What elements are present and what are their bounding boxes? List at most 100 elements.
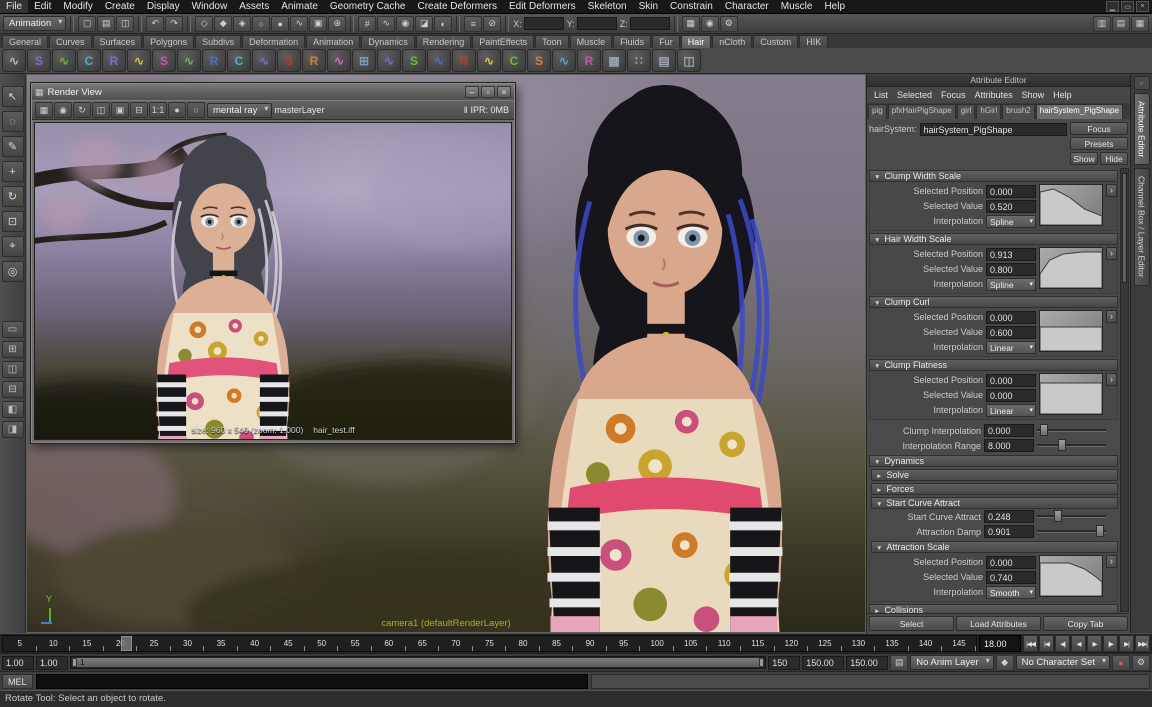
select-handles-icon[interactable]: ○ <box>252 16 270 32</box>
node-tab[interactable]: brush2 <box>1002 104 1034 119</box>
selected-position-field[interactable]: 0.000 <box>986 185 1036 198</box>
frame-tick[interactable]: 145 <box>942 636 976 651</box>
shelf-item[interactable]: ∿ <box>427 49 451 72</box>
scale-tool[interactable]: ⊡ <box>2 211 24 232</box>
coordinate-input[interactable] <box>524 17 564 30</box>
step-forward-frame-button[interactable]: |▶ <box>1103 635 1118 652</box>
frame-tick[interactable]: 95 <box>607 636 641 651</box>
snap-to-grid-icon[interactable]: # <box>358 16 376 32</box>
load-attributes-button[interactable]: Load Attributes <box>956 616 1041 631</box>
attribute-editor-title[interactable]: Attribute Editor <box>867 74 1130 87</box>
animation-preferences-button[interactable]: ⚙ <box>1132 655 1150 671</box>
menu-item[interactable]: Create <box>99 0 141 13</box>
node-tab[interactable]: pig <box>868 104 887 119</box>
shelf-item[interactable]: R <box>202 49 226 72</box>
redo-render-icon[interactable]: ↻ <box>73 102 91 118</box>
shelf-item[interactable]: S <box>152 49 176 72</box>
interpolation-dropdown[interactable]: Smooth <box>986 586 1036 599</box>
coordinate-input[interactable] <box>630 17 670 30</box>
select-object-icon[interactable]: ◆ <box>214 16 232 32</box>
menu-item[interactable]: Help <box>818 0 851 13</box>
shelf-tab[interactable]: nCloth <box>712 35 752 48</box>
range-start-handle[interactable] <box>72 658 77 667</box>
node-name-field[interactable]: hairSystem_PigShape <box>920 123 1067 136</box>
renderer-selector[interactable]: mental ray <box>207 103 272 118</box>
shelf-item[interactable]: ∿ <box>552 49 576 72</box>
shelf-item[interactable]: ∷ <box>627 49 651 72</box>
animation-end-field[interactable]: 150 <box>768 656 800 670</box>
shelf-tab[interactable]: Rendering <box>416 35 472 48</box>
node-tab[interactable]: hGirl <box>976 104 1001 119</box>
shelf-item[interactable]: ∿ <box>177 49 201 72</box>
range-slider-bar[interactable]: 1 <box>72 658 764 667</box>
frame-tick[interactable]: 120 <box>775 636 809 651</box>
make-live-icon[interactable]: ◐ <box>434 16 452 32</box>
ipr-render-icon[interactable]: ◉ <box>54 102 72 118</box>
frame-tick[interactable]: 130 <box>842 636 876 651</box>
ramp-widget[interactable] <box>1039 247 1103 289</box>
one-to-one-icon[interactable]: 1:1 <box>149 102 167 118</box>
minimize-app-icon[interactable]: ▁ <box>1106 1 1119 12</box>
frame-tick[interactable]: 10 <box>37 636 71 651</box>
outliner-persp-layout[interactable]: ◨ <box>2 421 24 438</box>
shelf-tab[interactable]: Curves <box>49 35 92 48</box>
open-scene-icon[interactable]: ▤ <box>97 16 115 32</box>
playback-start-field[interactable]: 1.00 <box>2 656 34 670</box>
show-channel-box-icon[interactable]: ▦ <box>1131 16 1149 32</box>
new-scene-icon[interactable]: ▢ <box>78 16 96 32</box>
frame-tick[interactable]: 5 <box>3 636 37 651</box>
show-tool-settings-icon[interactable]: ▤ <box>1112 16 1130 32</box>
slider-handle[interactable] <box>1058 439 1066 451</box>
section-header-attraction-scale[interactable]: Attraction Scale <box>871 541 1118 553</box>
two-pane-side-layout[interactable]: ◫ <box>2 361 24 378</box>
shelf-item[interactable]: ∿ <box>327 49 351 72</box>
menu-item[interactable]: Muscle <box>775 0 819 13</box>
group-divider[interactable] <box>505 16 509 32</box>
show-attribute-editor-icon[interactable]: ▥ <box>1093 16 1111 32</box>
ipr-render-icon[interactable]: ◉ <box>701 16 719 32</box>
ramp-widget[interactable] <box>1039 184 1103 226</box>
attribute-editor-menu-item[interactable]: List <box>870 90 892 100</box>
maximize-window-button[interactable]: ▫ <box>481 86 495 98</box>
selected-value-field[interactable]: 0.000 <box>986 389 1036 402</box>
shelf-item[interactable]: ∿ <box>477 49 501 72</box>
shelf-tab[interactable]: Dynamics <box>361 35 415 48</box>
shelf-item[interactable]: C <box>77 49 101 72</box>
group-divider[interactable] <box>456 16 460 32</box>
selected-value-field[interactable]: 0.600 <box>986 326 1036 339</box>
attribute-slider[interactable] <box>1037 429 1106 432</box>
minimize-window-button[interactable]: – <box>465 86 479 98</box>
menu-item[interactable]: Edit <box>28 0 57 13</box>
shelf-item[interactable]: R <box>102 49 126 72</box>
interpolation-dropdown[interactable]: Linear <box>986 404 1036 417</box>
shelf-item[interactable]: ⊞ <box>352 49 376 72</box>
undo-icon[interactable]: ↶ <box>146 16 164 32</box>
selected-position-field[interactable]: 0.000 <box>986 556 1036 569</box>
select-button[interactable]: Select <box>869 616 954 631</box>
render-layer-label[interactable]: masterLayer <box>274 105 324 115</box>
shelf-item[interactable]: ∿ <box>52 49 76 72</box>
range-slider[interactable]: 1 <box>70 656 766 669</box>
step-forward-key-button[interactable]: ▶| <box>1119 635 1134 652</box>
ramp-expand-button[interactable]: › <box>1106 555 1117 568</box>
menu-item[interactable]: Animate <box>275 0 324 13</box>
selected-value-field[interactable]: 0.520 <box>986 200 1036 213</box>
shelf-item[interactable]: S <box>277 49 301 72</box>
rgb-channels-icon[interactable]: ● <box>168 102 186 118</box>
dock-toggle-icon[interactable]: ▫ <box>1134 76 1150 90</box>
ipr-pause-icon[interactable]: ‖ <box>464 105 468 115</box>
focus-button[interactable]: Focus <box>1070 122 1128 135</box>
keep-image-icon[interactable]: ▣ <box>111 102 129 118</box>
shelf-item[interactable]: ▦ <box>602 49 626 72</box>
ramp-widget[interactable] <box>1039 310 1103 352</box>
selected-position-field[interactable]: 0.913 <box>986 248 1036 261</box>
selected-value-field[interactable]: 0.800 <box>986 263 1036 276</box>
attribute-slider[interactable] <box>1037 515 1106 518</box>
frame-tick[interactable]: 100 <box>640 636 674 651</box>
frame-tick[interactable]: 75 <box>473 636 507 651</box>
frame-tick[interactable]: 80 <box>506 636 540 651</box>
frame-tick[interactable]: 90 <box>573 636 607 651</box>
paint-select-tool[interactable]: ✎ <box>2 136 24 157</box>
restore-app-icon[interactable]: ▭ <box>1121 1 1134 12</box>
copy-tab-button[interactable]: Copy Tab <box>1043 616 1128 631</box>
